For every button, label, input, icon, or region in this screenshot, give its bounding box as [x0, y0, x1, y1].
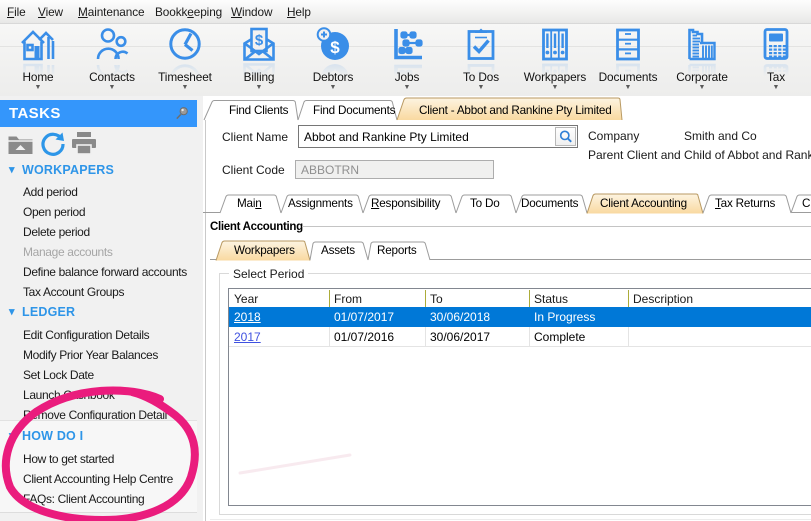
svg-text:$: $ — [255, 32, 264, 49]
svg-text:$: $ — [330, 38, 340, 57]
